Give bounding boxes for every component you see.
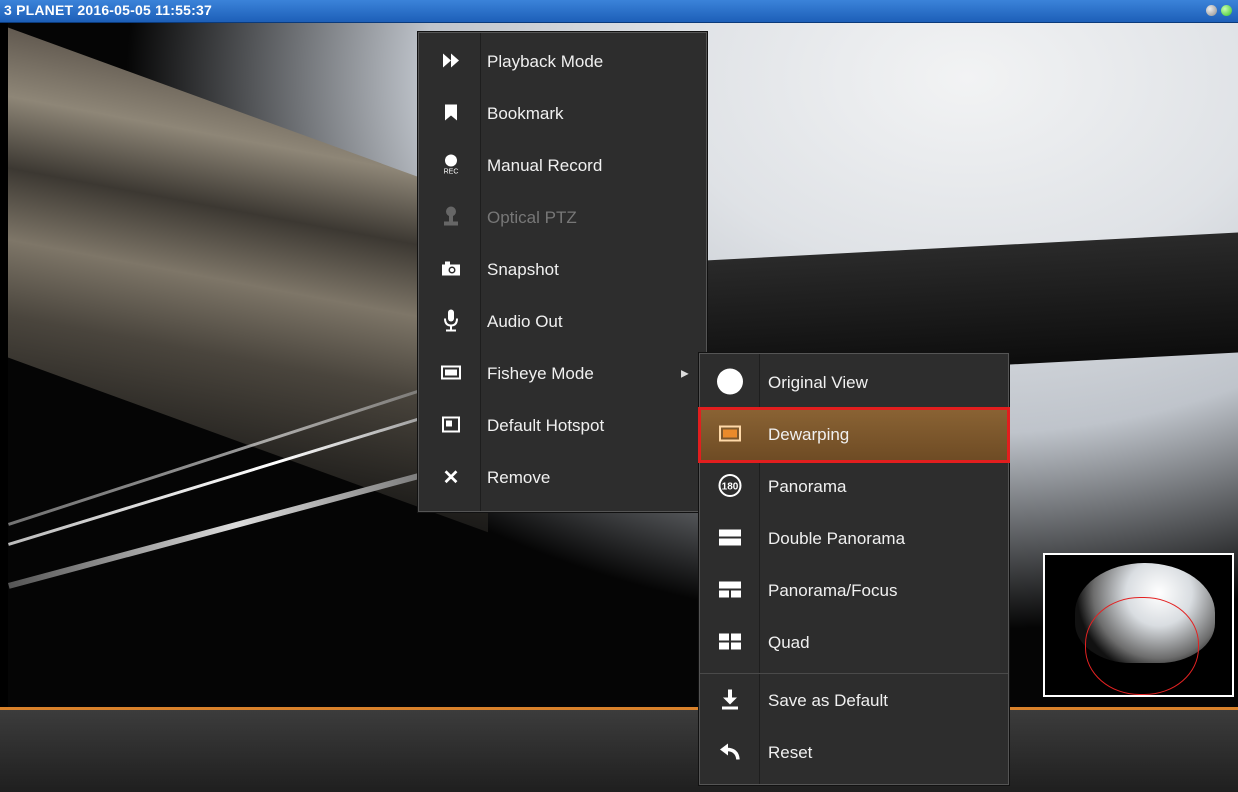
menu-item-bookmark[interactable]: Bookmark <box>419 88 706 140</box>
circle-icon <box>716 368 744 399</box>
panorama-focus-icon <box>719 581 741 601</box>
microphone-icon <box>444 309 458 335</box>
submenu-arrow-icon: ▶ <box>681 368 689 380</box>
quad-icon <box>719 633 741 653</box>
menu-item-optical-ptz[interactable]: Optical PTZ <box>419 192 706 244</box>
submenu-item-label: Dewarping <box>768 425 850 444</box>
submenu-item-original-view[interactable]: Original View <box>700 357 1008 409</box>
fisheye-minimap[interactable] <box>1043 553 1234 697</box>
minimap-focus-region[interactable] <box>1085 597 1199 695</box>
submenu-item-dewarping[interactable]: Dewarping <box>698 407 1010 463</box>
menu-item-playback-mode[interactable]: Playback Mode <box>419 36 706 88</box>
download-icon <box>721 689 739 713</box>
menu-item-label: Snapshot <box>487 260 559 279</box>
status-light-green-icon <box>1221 5 1232 16</box>
menu-item-label: Remove <box>487 468 551 487</box>
window-title-bar: 3 PLANET 2016-05-05 11:55:37 <box>0 0 1238 23</box>
menu-item-label: Default Hotspot <box>487 416 605 435</box>
bottom-toolbar <box>0 707 1238 792</box>
menu-item-label: Audio Out <box>487 312 563 331</box>
submenu-item-save-as-default[interactable]: Save as Default <box>700 675 1008 727</box>
menu-item-label: Manual Record <box>487 156 603 175</box>
context-menu: Playback Mode Bookmark REC Manual Record… <box>418 32 707 512</box>
menu-item-manual-record[interactable]: REC Manual Record <box>419 140 706 192</box>
menu-item-label: Playback Mode <box>487 52 604 71</box>
submenu-item-panorama[interactable]: 180 Panorama <box>700 461 1008 513</box>
close-icon: ✕ <box>442 467 460 489</box>
menu-item-fisheye-mode[interactable]: Fisheye Mode ▶ <box>419 348 706 400</box>
fast-forward-icon <box>443 53 459 71</box>
panorama-180-icon: 180 <box>718 474 742 501</box>
status-lights <box>1206 5 1232 16</box>
record-icon: REC <box>442 154 460 179</box>
submenu-item-label: Original View <box>768 373 868 392</box>
submenu-item-label: Panorama <box>768 477 847 496</box>
hotspot-icon <box>442 416 460 436</box>
window-title: 3 PLANET 2016-05-05 11:55:37 <box>4 2 212 18</box>
fisheye-mode-icon <box>441 365 461 383</box>
submenu-item-label: Reset <box>768 743 813 762</box>
panorama-180-label: 180 <box>722 482 739 493</box>
submenu-divider <box>700 673 1008 674</box>
menu-item-audio-out[interactable]: Audio Out <box>419 296 706 348</box>
submenu-item-reset[interactable]: Reset <box>700 727 1008 779</box>
menu-item-snapshot[interactable]: Snapshot <box>419 244 706 296</box>
submenu-item-label: Double Panorama <box>768 529 906 548</box>
menu-item-label: Optical PTZ <box>487 208 577 227</box>
menu-item-label: Bookmark <box>487 104 564 123</box>
double-panorama-icon <box>719 529 741 549</box>
camera-icon <box>442 261 460 279</box>
bookmark-icon <box>445 104 457 124</box>
submenu-item-quad[interactable]: Quad <box>700 617 1008 669</box>
undo-icon <box>720 743 740 763</box>
status-light-grey-icon <box>1206 5 1217 16</box>
menu-item-label: Fisheye Mode <box>487 364 594 383</box>
submenu-item-panorama-focus[interactable]: Panorama/Focus <box>700 565 1008 617</box>
submenu-item-label: Panorama/Focus <box>768 581 898 600</box>
submenu-item-label: Quad <box>768 633 810 652</box>
ptz-joystick-icon <box>443 206 459 230</box>
menu-item-remove[interactable]: ✕ Remove <box>419 452 706 504</box>
submenu-item-double-panorama[interactable]: Double Panorama <box>700 513 1008 565</box>
menu-item-default-hotspot[interactable]: Default Hotspot <box>419 400 706 452</box>
submenu-item-label: Save as Default <box>768 691 889 710</box>
fisheye-submenu: Original View Dewarping 180 Panorama Dou… <box>698 353 1010 785</box>
dewarping-icon <box>719 425 741 445</box>
rec-label: REC <box>444 169 459 176</box>
